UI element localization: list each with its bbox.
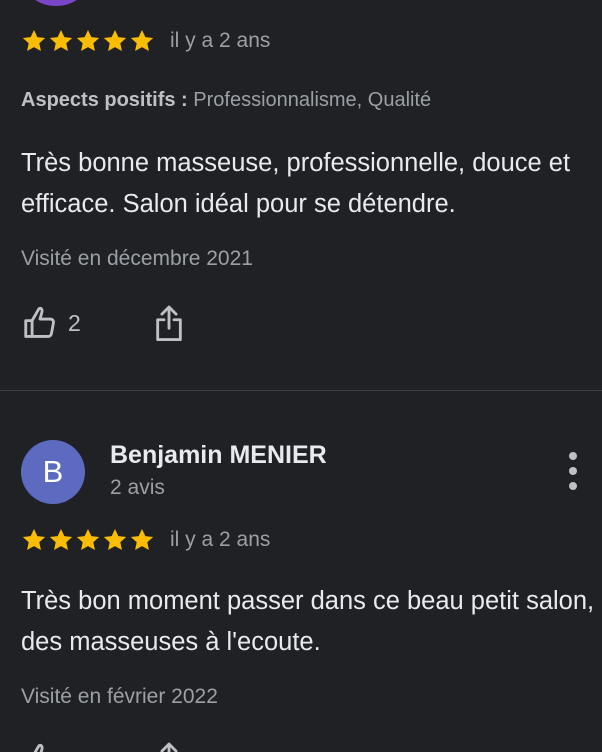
star-icon [22,528,46,550]
review-text: Très bonne masseuse, professionnelle, do… [21,149,571,218]
more-vert-icon-dot [569,467,577,475]
share-button[interactable] [152,304,186,349]
more-vert-icon-dot [569,482,577,490]
star-rating [21,527,155,553]
rating-row: il y a 2 ans [21,527,270,553]
like-button[interactable]: 2 [21,304,81,342]
star-icon [130,29,154,51]
positive-aspects: Aspects positifs : Professionnalisme, Qu… [21,89,431,112]
thumbs-up-icon [33,743,44,752]
star-icon [22,29,46,51]
review-text: Très bon moment passer dans ce beau peti… [21,587,595,656]
aspects-label: Aspects positifs : [21,89,188,111]
like-count: 2 [68,309,81,336]
star-icon [130,528,154,550]
like-button[interactable] [21,741,59,752]
review-time: il y a 2 ans [170,29,271,52]
aspects-value: Professionnalisme, Qualité [193,89,432,111]
star-icon [103,29,127,51]
visit-date: Visité en décembre 2021 [21,247,253,270]
star-icon [76,29,100,51]
avatar[interactable] [24,0,88,6]
divider [0,390,602,391]
review-time: il y a 2 ans [170,528,271,551]
thumbs-up-icon [24,306,55,338]
visit-date: Visité en février 2022 [21,685,218,708]
star-icon [49,528,73,550]
reviews-list: il y a 2 ans Aspects positifs : Professi… [0,0,602,752]
share-icon [156,305,182,342]
rating-row: il y a 2 ans [21,28,270,54]
star-rating [21,28,155,54]
star-icon [49,29,73,51]
avatar[interactable]: B [21,440,85,504]
review-actions: 2 [0,304,602,348]
author-review-count: 2 avis [110,476,165,499]
star-icon [76,528,100,550]
more-options-button[interactable] [560,452,586,490]
more-vert-icon [569,452,577,460]
author-name[interactable]: Benjamin MENIER [110,441,327,470]
star-icon [103,528,127,550]
share-icon [160,742,178,752]
share-button[interactable] [152,741,186,752]
review-actions [0,741,602,752]
